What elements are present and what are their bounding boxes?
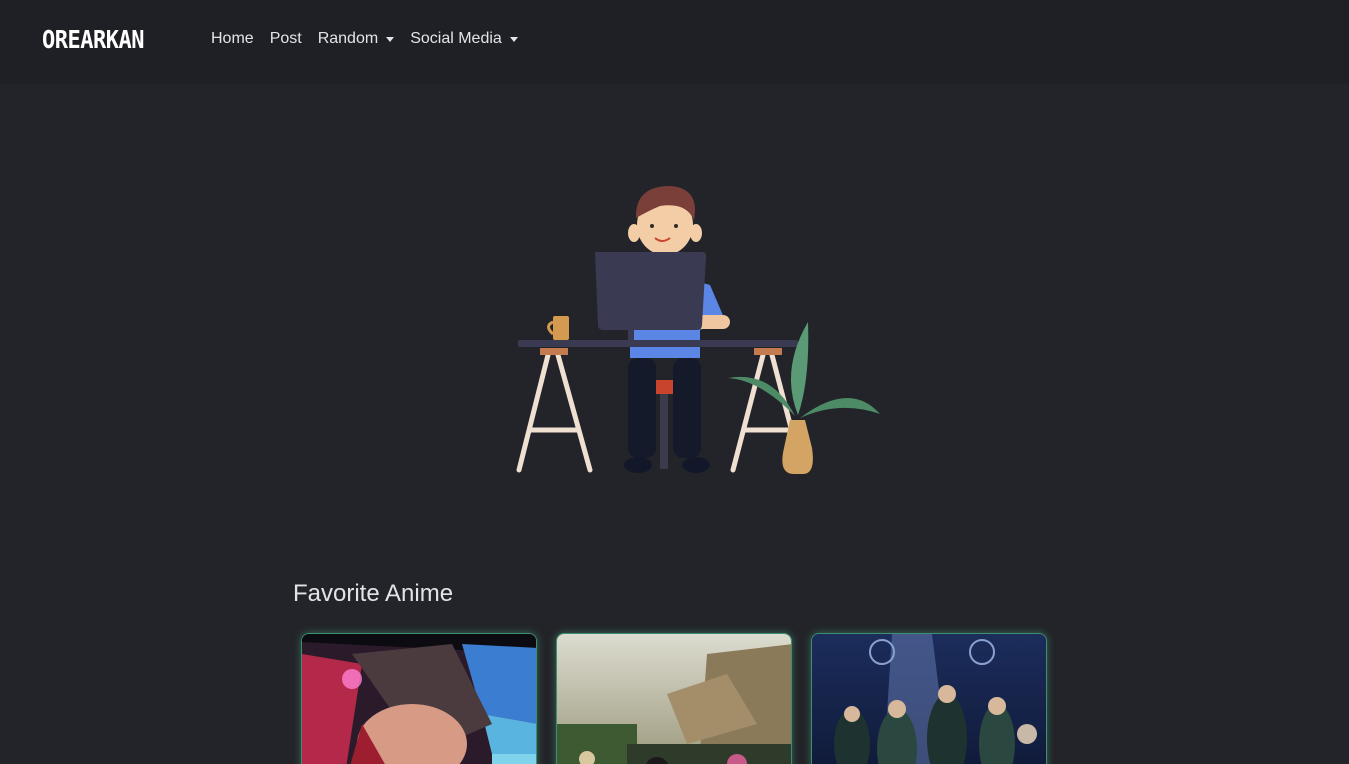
anime-card-2[interactable] [556,633,792,764]
favorite-anime-title: Favorite Anime [293,580,454,607]
anime-card-1[interactable] [301,633,537,764]
nav-links: Home Post Random Social Media [211,30,534,48]
nav-post[interactable]: Post [270,30,302,48]
anime-card-list [301,633,1047,764]
nav-random-dropdown[interactable]: Random [318,30,395,48]
brand-logo[interactable]: OREARKAN [42,26,144,55]
person-at-desk-illustration [516,186,880,475]
caret-down-icon [386,36,395,42]
hero-illustration [510,180,890,480]
navbar: OREARKAN Home Post Random Social Media [0,0,1349,84]
caret-down-icon [509,36,518,42]
nav-social-media-dropdown[interactable]: Social Media [410,30,518,48]
desk-leg-left [516,352,593,473]
nav-home[interactable]: Home [211,30,254,48]
anime-poster-1-image [302,634,536,764]
anime-card-3[interactable] [811,633,1047,764]
anime-poster-2-image [557,634,791,764]
anime-poster-3-image [812,634,1046,764]
